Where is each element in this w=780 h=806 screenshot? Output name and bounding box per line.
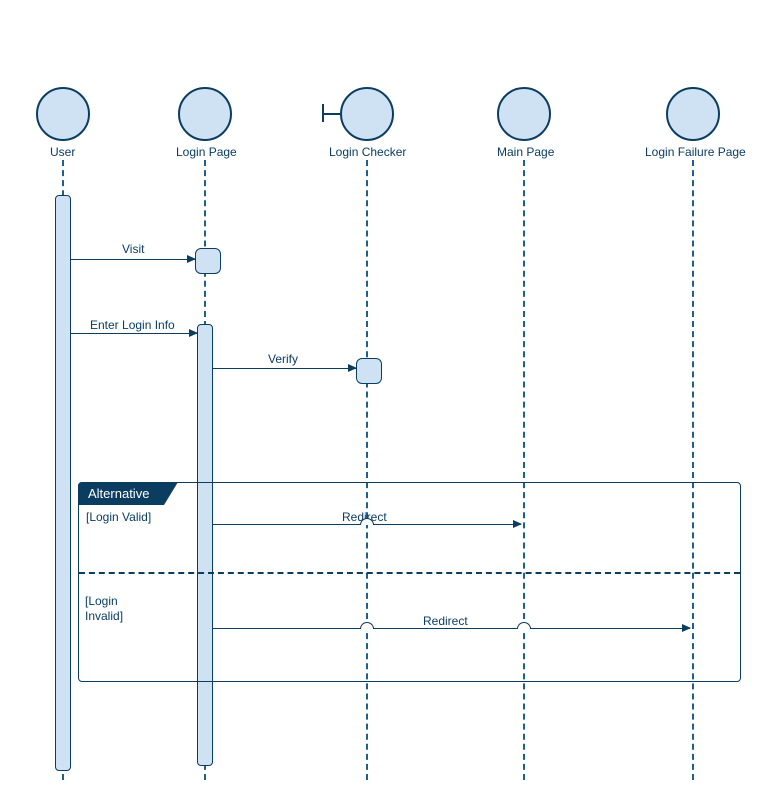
lifeline-loginchecker <box>366 160 368 780</box>
hop-redirect-valid <box>360 518 374 525</box>
actor-loginchecker-tick-h <box>322 113 340 115</box>
actor-loginchecker-label: Login Checker <box>329 145 406 159</box>
alt-frame <box>78 482 741 682</box>
activation-loginpage-visit <box>195 248 221 274</box>
lifeline-failurepage <box>692 160 694 780</box>
msg-visit-arrow <box>71 259 195 260</box>
actor-failurepage-head <box>666 87 720 141</box>
actor-failurepage-label: Login Failure Page <box>645 145 746 159</box>
hop-redirect-invalid-2 <box>517 622 531 629</box>
actor-user-label: User <box>50 145 75 159</box>
actor-loginchecker-tick-v <box>322 104 324 122</box>
actor-loginchecker-head <box>340 87 394 141</box>
msg-visit-label: Visit <box>122 242 144 256</box>
guard-invalid-l2: Invalid] <box>85 609 123 623</box>
actor-mainpage-head <box>497 87 551 141</box>
actor-loginpage-head <box>178 87 232 141</box>
lifeline-mainpage <box>523 160 525 780</box>
msg-enter-arrow <box>71 333 197 334</box>
actor-loginpage-label: Login Page <box>176 145 237 159</box>
hop-redirect-invalid-1 <box>360 622 374 629</box>
msg-redirect-invalid-label: Redirect <box>423 614 468 628</box>
guard-invalid-l1: [Login <box>85 594 118 608</box>
guard-valid: [Login Valid] <box>86 510 151 524</box>
msg-verify-arrow <box>213 368 356 369</box>
alt-frame-header: Alternative <box>78 482 178 505</box>
msg-verify-label: Verify <box>268 352 298 366</box>
msg-enter-label: Enter Login Info <box>90 318 175 332</box>
activation-user <box>55 195 71 771</box>
activation-loginchecker <box>356 358 382 384</box>
actor-mainpage-label: Main Page <box>497 145 554 159</box>
msg-redirect-invalid-arrow <box>213 628 690 629</box>
alt-divider <box>79 572 740 574</box>
actor-user-head <box>36 87 90 141</box>
